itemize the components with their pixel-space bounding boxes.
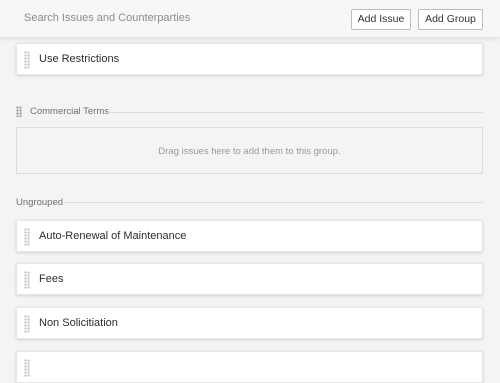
issue-label: Use Restrictions: [39, 53, 120, 65]
issue-label: Fees: [39, 273, 64, 285]
issue-card[interactable]: [16, 351, 483, 383]
ungrouped-title: Ungrouped: [16, 197, 64, 208]
issue-card[interactable]: Fees: [16, 263, 483, 295]
group-drag-handle-icon[interactable]: [16, 106, 22, 117]
group-dropzone[interactable]: Drag issues here to add them to this gro…: [16, 127, 483, 174]
top-bar: Search Issues and Counterparties Add Iss…: [0, 0, 500, 38]
drag-handle-icon[interactable]: [24, 228, 30, 246]
issue-card[interactable]: Auto-Renewal of Maintenance: [16, 220, 483, 252]
drag-handle-icon[interactable]: [24, 271, 30, 289]
issue-label: Non Solicitiation: [39, 317, 118, 329]
add-group-button[interactable]: Add Group: [418, 9, 483, 30]
drag-handle-icon[interactable]: [24, 359, 30, 377]
drag-handle-icon[interactable]: [24, 315, 30, 333]
drag-handle-icon[interactable]: [24, 51, 30, 69]
group-title[interactable]: Commercial Terms: [30, 106, 109, 117]
issue-label: Auto-Renewal of Maintenance: [39, 230, 187, 242]
divider: [110, 112, 483, 113]
add-issue-button[interactable]: Add Issue: [351, 9, 411, 30]
group-header: Commercial Terms: [16, 106, 483, 118]
search-input[interactable]: Search Issues and Counterparties: [24, 12, 190, 24]
dropzone-message: Drag issues here to add them to this gro…: [158, 146, 341, 157]
issue-card[interactable]: Use Restrictions: [16, 43, 483, 75]
divider: [65, 202, 483, 203]
issue-card[interactable]: Non Solicitiation: [16, 307, 483, 339]
